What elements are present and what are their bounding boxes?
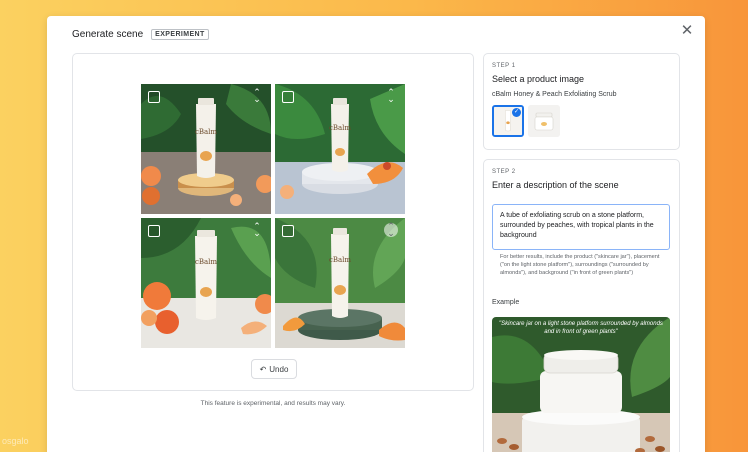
tube-thumbnail[interactable]: ✓ bbox=[492, 105, 524, 137]
background-watermark: osgalo bbox=[2, 436, 29, 446]
result-image: cBalm bbox=[275, 218, 405, 348]
tube-label: cBalm bbox=[195, 128, 217, 136]
step1-label: STEP 1 bbox=[492, 63, 516, 69]
example-label: Example bbox=[492, 299, 520, 306]
unfold-icon[interactable]: ⌃ ⌄ bbox=[250, 88, 264, 104]
tile-checkbox[interactable] bbox=[148, 225, 160, 237]
result-image: cBalm bbox=[275, 84, 405, 214]
undo-label: Undo bbox=[269, 364, 289, 374]
unfold-icon[interactable]: ⌃ ⌄ bbox=[384, 222, 398, 238]
tile-checkbox[interactable] bbox=[282, 225, 294, 237]
experimental-disclaimer: This feature is experimental, and result… bbox=[200, 400, 346, 407]
tube-label: cBalm bbox=[195, 258, 217, 266]
scene-description-input[interactable]: A tube of exfoliating scrub on a stone p… bbox=[492, 204, 670, 250]
step2-label: STEP 2 bbox=[492, 169, 516, 175]
experiment-badge: EXPERIMENT bbox=[151, 28, 209, 40]
tile-checkbox[interactable] bbox=[148, 91, 160, 103]
generate-scene-dialog: Generate scene EXPERIMENT ✕ cBalm ⌃ ⌄ cB… bbox=[47, 16, 705, 452]
tile-checkbox[interactable] bbox=[282, 91, 294, 103]
jar-thumbnail[interactable] bbox=[528, 105, 560, 137]
step2-card: STEP 2 Enter a description of the scene … bbox=[483, 159, 680, 452]
example-caption: "Skincare jar on a light stone platform … bbox=[499, 321, 663, 335]
result-tile[interactable]: cBalm ⌃ ⌄ bbox=[275, 218, 405, 348]
undo-icon: ↶ bbox=[259, 364, 267, 374]
result-image: cBalm bbox=[141, 218, 271, 348]
result-image: cBalm bbox=[141, 84, 271, 214]
jar-thumbnail-image bbox=[528, 105, 560, 137]
unfold-icon[interactable]: ⌃ ⌄ bbox=[250, 222, 264, 238]
example-scene bbox=[492, 317, 670, 452]
results-panel: cBalm ⌃ ⌄ cBalm ⌃ ⌄ cBalm ⌃ ⌄ cBalm ⌃ ⌄ … bbox=[72, 53, 474, 391]
example-image: "Skincare jar on a light stone platform … bbox=[492, 317, 670, 452]
close-icon[interactable]: ✕ bbox=[679, 22, 695, 38]
step1-card: STEP 1 Select a product image cBalm Hone… bbox=[483, 53, 680, 150]
result-grid: cBalm ⌃ ⌄ cBalm ⌃ ⌄ cBalm ⌃ ⌄ cBalm ⌃ ⌄ bbox=[141, 84, 407, 348]
tube-label: cBalm bbox=[329, 256, 351, 264]
result-tile[interactable]: cBalm ⌃ ⌄ bbox=[141, 218, 271, 348]
undo-button[interactable]: ↶ Undo bbox=[251, 359, 297, 379]
product-name: cBalm Honey & Peach Exfoliating Scrub bbox=[492, 91, 617, 98]
result-tile[interactable]: cBalm ⌃ ⌄ bbox=[141, 84, 271, 214]
check-icon: ✓ bbox=[512, 108, 521, 117]
description-help-text: For better results, include the product … bbox=[500, 254, 660, 276]
step2-title: Enter a description of the scene bbox=[492, 180, 619, 190]
unfold-icon[interactable]: ⌃ ⌄ bbox=[384, 88, 398, 104]
dialog-header: Generate scene EXPERIMENT bbox=[72, 24, 209, 44]
step1-title: Select a product image bbox=[492, 74, 585, 84]
dialog-title: Generate scene bbox=[72, 28, 144, 40]
result-tile[interactable]: cBalm ⌃ ⌄ bbox=[275, 84, 405, 214]
tube-label: cBalm bbox=[329, 124, 351, 132]
